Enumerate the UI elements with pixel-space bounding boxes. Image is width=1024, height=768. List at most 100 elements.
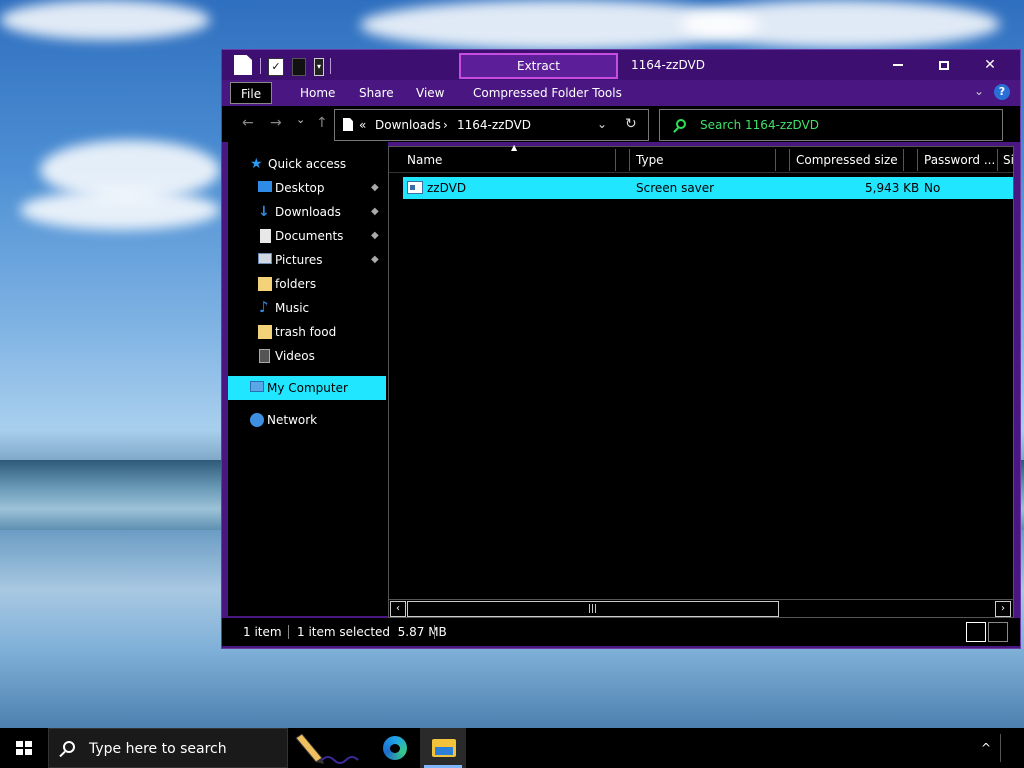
breadcrumb-separator[interactable]: › xyxy=(443,118,448,132)
pen-tool-icon[interactable] xyxy=(292,732,362,766)
maximize-button[interactable] xyxy=(921,50,967,80)
column-header-row: ▲ Name Type Compressed size Password ...… xyxy=(389,143,1014,173)
customize-toolbar-dropdown[interactable]: ▾ xyxy=(314,58,324,76)
show-hidden-icons-button[interactable]: ^ xyxy=(974,728,998,768)
address-bar[interactable]: « Downloads › 1164-zzDVD ⌄ ↻ xyxy=(334,109,649,141)
properties-icon[interactable] xyxy=(234,55,252,75)
checkmark-icon[interactable]: ✓ xyxy=(268,58,284,76)
taskbar-edge[interactable] xyxy=(372,728,418,768)
computer-icon xyxy=(250,381,264,392)
sidebar-item-folders[interactable]: folders xyxy=(228,272,386,296)
status-bar: 1 item 1 item selected 5.87 MB xyxy=(222,618,1020,646)
column-compressed-size[interactable]: Compressed size xyxy=(796,153,898,167)
sidebar-item-my-computer[interactable]: My Computer xyxy=(228,376,386,400)
sidebar-item-label: Videos xyxy=(275,349,315,363)
pin-icon: ◆ xyxy=(371,206,379,217)
ribbon-tabs: File Home Share View Compressed Folder T… xyxy=(222,80,1020,106)
navigation-bar: ← → ⌄ ↑ « Downloads › 1164-zzDVD ⌄ ↻ Sea… xyxy=(222,106,1020,142)
column-name[interactable]: Name xyxy=(407,153,442,167)
file-list: ▲ Name Type Compressed size Password ...… xyxy=(388,143,1014,618)
edge-browser-icon xyxy=(383,736,407,760)
sidebar-item-label: Quick access xyxy=(268,157,347,171)
taskbar: Type here to search ^ xyxy=(0,728,1024,768)
sidebar-item-music[interactable]: ♪ Music xyxy=(228,296,386,320)
pin-icon: ◆ xyxy=(371,254,379,265)
sidebar-item-label: My Computer xyxy=(267,381,348,395)
sidebar-item-videos[interactable]: Videos xyxy=(228,344,386,368)
minimize-button[interactable] xyxy=(875,50,921,80)
horizontal-scrollbar[interactable]: ‹ ||| › xyxy=(389,599,1013,617)
column-size[interactable]: Si xyxy=(1003,153,1014,167)
sidebar-item-documents[interactable]: Documents ◆ xyxy=(228,224,386,248)
taskbar-search-placeholder[interactable]: Type here to search xyxy=(89,741,227,757)
search-icon xyxy=(676,119,686,129)
item-count: 1 item xyxy=(243,625,282,639)
sidebar-item-quick-access[interactable]: ★ Quick access xyxy=(228,152,386,176)
pin-icon: ◆ xyxy=(371,230,379,241)
scroll-right-button[interactable]: › xyxy=(995,601,1011,617)
large-icons-view-icon[interactable] xyxy=(988,622,1008,642)
navigation-pane: ★ Quick access Desktop ◆ ↓ Downloads ◆ D… xyxy=(228,142,388,616)
cell-name: zzDVD xyxy=(427,181,467,195)
breadcrumb-1164-zzdvd[interactable]: 1164-zzDVD xyxy=(457,118,531,132)
tab-home[interactable]: Home xyxy=(290,82,345,104)
sidebar-item-label: Documents xyxy=(275,229,344,243)
sidebar-item-label: Desktop xyxy=(275,181,325,195)
extract-contextual-tab[interactable]: Extract xyxy=(459,53,618,79)
minimize-icon xyxy=(893,64,903,66)
recent-locations-dropdown[interactable]: ⌄ xyxy=(296,113,305,126)
search-placeholder[interactable]: Search 1164-zzDVD xyxy=(700,118,819,132)
cell-type: Screen saver xyxy=(636,181,715,195)
windows-logo-icon xyxy=(16,741,32,755)
film-icon xyxy=(259,349,270,363)
column-type[interactable]: Type xyxy=(636,153,664,167)
sort-ascending-icon: ▲ xyxy=(511,143,518,152)
details-view-icon[interactable] xyxy=(966,622,986,642)
sidebar-item-label: folders xyxy=(275,277,317,291)
expand-ribbon-chevron-icon[interactable]: ⌄ xyxy=(974,84,984,98)
address-dropdown-icon[interactable]: ⌄ xyxy=(597,117,607,131)
sidebar-item-label: Downloads xyxy=(275,205,341,219)
desktop-icon xyxy=(258,181,272,192)
taskbar-file-explorer[interactable] xyxy=(420,728,466,768)
close-button[interactable]: ✕ xyxy=(967,50,1013,80)
sidebar-item-desktop[interactable]: Desktop ◆ xyxy=(228,176,386,200)
sidebar-item-trash-food[interactable]: trash food xyxy=(228,320,386,344)
tab-compressed-folder-tools[interactable]: Compressed Folder Tools xyxy=(463,82,632,104)
folder-location-icon xyxy=(343,118,353,131)
music-note-icon: ♪ xyxy=(259,298,269,316)
folder-icon xyxy=(258,277,272,291)
column-password[interactable]: Password ... xyxy=(924,153,995,167)
sidebar-item-label: Pictures xyxy=(275,253,323,267)
back-button[interactable]: ← xyxy=(242,115,254,131)
title-bar[interactable]: ✓ ▾ Extract 1164-zzDVD ✕ xyxy=(222,50,1020,80)
table-row[interactable]: zzDVD Screen saver 5,943 KB No xyxy=(403,177,1013,199)
scroll-left-button[interactable]: ‹ xyxy=(390,601,406,617)
help-icon[interactable]: ? xyxy=(994,84,1010,100)
up-button[interactable]: ↑ xyxy=(316,115,328,131)
folder-icon xyxy=(258,325,272,339)
sidebar-item-downloads[interactable]: ↓ Downloads ◆ xyxy=(228,200,386,224)
pin-icon: ◆ xyxy=(371,182,379,193)
start-button[interactable] xyxy=(0,728,48,768)
address-overflow[interactable]: « xyxy=(359,118,366,132)
refresh-icon[interactable]: ↻ xyxy=(625,116,637,132)
sidebar-item-pictures[interactable]: Pictures ◆ xyxy=(228,248,386,272)
forward-button[interactable]: → xyxy=(270,115,282,131)
tab-file[interactable]: File xyxy=(230,82,273,104)
tab-share[interactable]: Share xyxy=(349,82,404,104)
taskbar-search[interactable]: Type here to search xyxy=(48,728,288,768)
search-icon xyxy=(63,741,75,753)
search-box[interactable]: Search 1164-zzDVD xyxy=(659,109,1003,141)
document-icon xyxy=(260,229,271,243)
tab-view[interactable]: View xyxy=(406,82,454,104)
scroll-thumb[interactable]: ||| xyxy=(407,601,779,617)
window-title: 1164-zzDVD xyxy=(631,58,705,72)
cell-password: No xyxy=(924,181,941,195)
sidebar-item-label: Music xyxy=(275,301,310,315)
sidebar-item-network[interactable]: Network xyxy=(228,408,386,432)
cell-compressed-size: 5,943 KB xyxy=(865,181,920,195)
breadcrumb-downloads[interactable]: Downloads xyxy=(375,118,441,132)
new-folder-icon[interactable] xyxy=(292,58,306,76)
file-explorer-icon xyxy=(432,739,456,757)
